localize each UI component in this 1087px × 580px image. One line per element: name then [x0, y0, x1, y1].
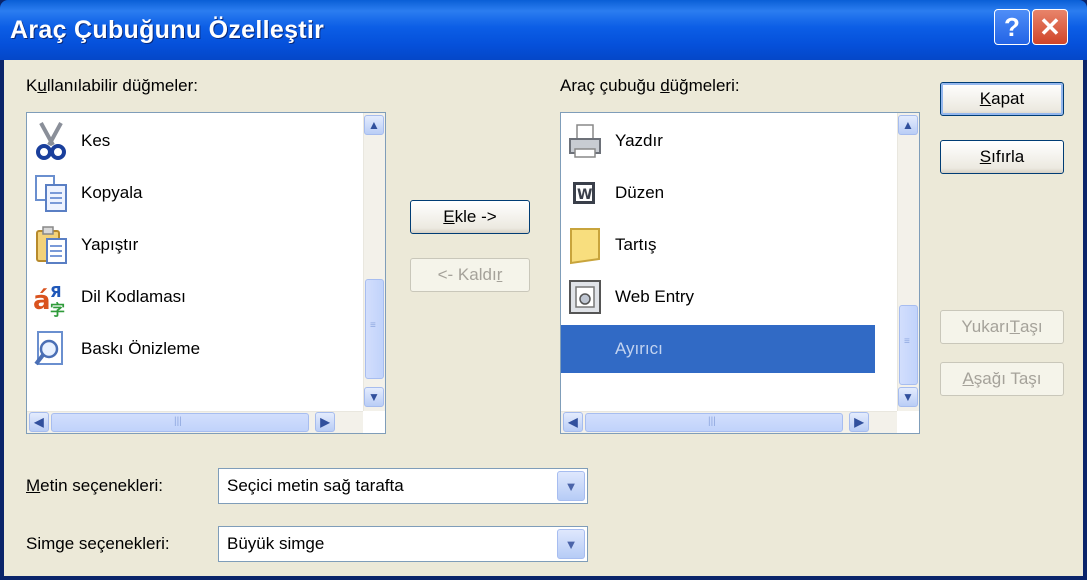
scissors-icon — [33, 121, 69, 161]
paste-icon — [33, 225, 69, 265]
add-button[interactable]: Ekle -> — [410, 200, 530, 234]
vertical-scrollbar[interactable]: ▲ ≡ ▼ — [897, 113, 919, 411]
list-item[interactable]: Tartış — [567, 221, 657, 269]
icon-options-value: Büyük simge — [227, 534, 325, 553]
move-down-button[interactable]: Aşağı Taşı — [940, 362, 1064, 396]
list-item[interactable]: áЯ字 Dil Kodlaması — [33, 273, 186, 321]
printer-icon — [567, 121, 603, 161]
close-window-button[interactable]: ✕ — [1032, 9, 1068, 45]
close-icon: ✕ — [1039, 11, 1061, 42]
scroll-thumb-horizontal[interactable]: ||| — [51, 413, 309, 432]
list-item-selected[interactable]: Ayırıcı — [561, 325, 875, 373]
scroll-up-icon[interactable]: ▲ — [364, 115, 384, 135]
scroll-left-icon[interactable]: ◀ — [29, 412, 49, 432]
item-label: Kopyala — [81, 183, 143, 202]
scroll-right-icon[interactable]: ▶ — [315, 412, 335, 432]
item-label: Kes — [81, 131, 111, 150]
svg-text:字: 字 — [50, 301, 65, 317]
toolbar-buttons-label: Araç çubuğu düğmeleri: — [560, 76, 740, 95]
discuss-icon — [567, 225, 603, 265]
available-buttons-list[interactable]: Kes Kopyala Yapıştır áЯ字 Dil Kodlaması B… — [26, 112, 386, 434]
svg-text:W: W — [577, 187, 592, 203]
toolbar-buttons-list[interactable]: Yazdır W Düzen Tartış Web Entry Ayırıcı … — [560, 112, 920, 434]
help-button[interactable]: ? — [994, 9, 1030, 45]
horizontal-scrollbar[interactable]: ◀ ||| ▶ — [561, 411, 897, 433]
text-options-select[interactable]: Seçici metin sağ tarafta ▼ — [218, 468, 588, 504]
reset-button[interactable]: Sıfırla — [940, 140, 1064, 174]
svg-text:Я: Я — [50, 283, 62, 301]
item-label: Baskı Önizleme — [81, 339, 201, 358]
close-button[interactable]: Kapat — [940, 82, 1064, 116]
dialog-title: Araç Çubuğunu Özelleştir — [10, 16, 325, 44]
scroll-down-icon[interactable]: ▼ — [364, 387, 384, 407]
scroll-thumb-horizontal[interactable]: ||| — [585, 413, 843, 432]
help-icon: ? — [1004, 11, 1020, 42]
text-options-value: Seçici metin sağ tarafta — [227, 476, 404, 495]
scroll-right-icon[interactable]: ▶ — [849, 412, 869, 432]
dialog-body: Kullanılabilir düğmeler: Kes Kopyala Yap… — [4, 60, 1083, 576]
encoding-icon: áЯ字 — [33, 277, 69, 319]
horizontal-scrollbar[interactable]: ◀ ||| ▶ — [27, 411, 363, 433]
text-options-label: Metin seçenekleri: — [26, 476, 164, 495]
chevron-down-icon[interactable]: ▼ — [557, 529, 585, 559]
svg-text:á: á — [33, 286, 51, 316]
item-label: Yazdır — [615, 131, 663, 150]
list-item[interactable]: Yapıştır — [33, 221, 138, 269]
item-label: Web Entry — [615, 287, 695, 306]
item-label: Ayırıcı — [615, 339, 663, 358]
scroll-thumb[interactable]: ≡ — [365, 279, 384, 379]
print-preview-icon — [33, 329, 69, 369]
scroll-left-icon[interactable]: ◀ — [563, 412, 583, 432]
item-label: Yapıştır — [81, 235, 139, 254]
vertical-scrollbar[interactable]: ▲ ≡ ▼ — [363, 113, 385, 411]
icon-options-label: Simge seçenekleri: — [26, 534, 170, 553]
copy-icon — [33, 173, 69, 213]
list-item[interactable]: W Düzen — [567, 169, 664, 217]
list-item[interactable]: Baskı Önizleme — [33, 325, 200, 373]
available-buttons-label: Kullanılabilir düğmeler: — [26, 76, 198, 95]
item-label: Düzen — [615, 183, 665, 202]
web-entry-icon — [567, 277, 603, 317]
item-label: Dil Kodlaması — [81, 287, 186, 306]
list-item[interactable]: Kopyala — [33, 169, 142, 217]
title-bar: Araç Çubuğunu Özelleştir ? ✕ — [0, 0, 1087, 60]
list-item[interactable]: Kes — [33, 117, 110, 165]
scroll-up-icon[interactable]: ▲ — [898, 115, 918, 135]
icon-options-select[interactable]: Büyük simge ▼ — [218, 526, 588, 562]
item-label: Tartış — [615, 235, 657, 254]
scroll-thumb[interactable]: ≡ — [899, 305, 918, 385]
remove-button[interactable]: <- Kaldı r — [410, 258, 530, 292]
chevron-down-icon[interactable]: ▼ — [557, 471, 585, 501]
list-item[interactable]: Web Entry — [567, 273, 694, 321]
scroll-down-icon[interactable]: ▼ — [898, 387, 918, 407]
move-up-button[interactable]: Yukarı Taşı — [940, 310, 1064, 344]
list-item[interactable]: Yazdır — [567, 117, 663, 165]
dialog-window: Araç Çubuğunu Özelleştir ? ✕ Kullanılabi… — [0, 0, 1087, 580]
word-edit-icon: W — [567, 173, 603, 213]
